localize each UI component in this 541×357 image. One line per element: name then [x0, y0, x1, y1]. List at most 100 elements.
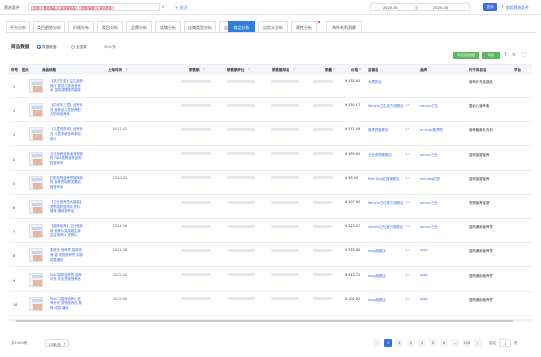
- tab-attribute[interactable]: 属性分析: [291, 21, 317, 32]
- external-link-icon[interactable]: [↗: [406, 152, 410, 156]
- product-image[interactable]: [29, 200, 43, 214]
- scrollbar-thumb[interactable]: [16, 319, 513, 322]
- radio-dimension[interactable]: [37, 45, 41, 49]
- tab-product[interactable]: 商品分析: [228, 21, 255, 32]
- table-row[interactable]: 4 卫仕营养品鱼油宠物营养 DHA宠物营养品狗狗营养膏 ¥ 169.00 卫仕宠物旗舰…: [9, 148, 532, 171]
- th-list-date[interactable]: 上架时间: [108, 65, 122, 75]
- tab-shop[interactable]: 店铺分析: [155, 21, 181, 32]
- table-row[interactable]: 1 【诺贝尔奖】益生菌营养片 婴幼儿肠道营养素 温和调理肠胃健康 ¥ 135.00 大…: [9, 75, 532, 98]
- external-link-icon[interactable]: [↗: [406, 103, 410, 107]
- tab-category-trend[interactable]: 类目趋势分析: [33, 21, 65, 32]
- category-select[interactable]: 全部 母婴用品 宝宝营养品 奶粉/辅食 营养补充: [28, 3, 160, 11]
- tab-brand[interactable]: 品牌分析: [126, 21, 152, 32]
- sort-icon[interactable]: ⇅: [248, 67, 251, 71]
- page-button[interactable]: 5: [429, 339, 437, 347]
- table-row[interactable]: 3 【儿童钙铁锌】营养补充 儿童多维营养素咀嚼片 2017-02 ¥ 171.09 爱漂…: [9, 123, 532, 147]
- product-title-link[interactable]: 【儿童钙铁锌】营养补充 儿童多维营养素咀嚼片: [50, 127, 83, 142]
- product-image[interactable]: [29, 103, 43, 118]
- sort-icon[interactable]: ⇅: [293, 67, 296, 71]
- sort-icon[interactable]: ⇅: [333, 67, 336, 71]
- tab-category[interactable]: 类目分析: [97, 21, 123, 32]
- th-sales[interactable]: 销售额: [189, 65, 200, 75]
- product-title-link[interactable]: MAG猫咪营养膏 营养补充 化毛膏猫营养品: [50, 273, 83, 288]
- external-link-icon[interactable]: [↗: [406, 248, 410, 252]
- table-row[interactable]: 7 【猫咪营养】卫仕猫多维 营养片猫用维生素复合营养片 宠物片 2024-06 ¥ 2…: [9, 220, 532, 244]
- shop-link[interactable]: 卫仕宠物旗舰店: [368, 152, 392, 157]
- query-button[interactable]: 查询: [483, 3, 497, 11]
- product-image[interactable]: [29, 224, 43, 239]
- product-title-link[interactable]: MAG【猫咪营养】营养补充 宠物营养品 猫咪 成猫 通用: [50, 297, 83, 312]
- date-end[interactable]: 2025-03: [433, 6, 448, 10]
- chevron-down-icon[interactable]: ▾: [162, 4, 164, 9]
- page-button[interactable]: 2: [395, 339, 404, 347]
- collapse-filter-link[interactable]: 收起筛选条件: [506, 5, 529, 11]
- category-tag[interactable]: 宝宝营养品: [58, 5, 79, 10]
- product-image[interactable]: [29, 127, 43, 142]
- th-volume[interactable]: 销量: [325, 65, 332, 75]
- fullscreen-icon[interactable]: ⛶: [522, 52, 526, 58]
- next-page-button[interactable]: ›: [473, 339, 482, 347]
- table-row[interactable]: 10 MAG【猫咪营养】营养补充 宠物营养品 猫咪 成猫 通用 2019-08 ¥ 1…: [9, 293, 532, 316]
- page-button[interactable]: ...: [451, 339, 460, 347]
- shop-link[interactable]: neuvio卫仕官方旗舰店: [368, 224, 403, 229]
- table-row[interactable]: 5 红狗宠物营养膏猫咪狗狗 营养膏增肥发腮幼猫营养品 2020-02 ¥ 99.00 R…: [9, 172, 532, 195]
- tab-shop-type[interactable]: 店铺类型分析: [184, 21, 216, 32]
- external-link-icon[interactable]: [↗: [406, 176, 410, 180]
- table-row[interactable]: 8 麦德氏 营养膏 猫咪营养 猫 宠物营养膏 幼猫 成猫通用 2021-08 ¥ 25…: [9, 244, 532, 268]
- brand-link[interactable]: neuvio卫仕: [420, 200, 438, 205]
- product-title-link[interactable]: 卫仕营养品鱼油宠物营养 DHA宠物营养品狗狗营养膏: [50, 152, 83, 167]
- table-row[interactable]: 2 【中老年儿童】营养补充 营养液儿童营养配方奶粉营养素 ¥ 130.17 Neuvi…: [9, 99, 532, 123]
- page-button[interactable]: 4: [417, 339, 426, 347]
- date-range[interactable]: 2025-01 至 2025-03: [370, 3, 470, 11]
- export-full-button[interactable]: 导出完整数据: [453, 52, 479, 59]
- th-sales-ratio[interactable]: 销售额环比: [227, 65, 245, 75]
- brand-link[interactable]: m-plus/爱漂亮: [420, 127, 443, 132]
- product-title-link[interactable]: 【中老年儿童】营养补充 营养液儿童营养配方奶粉营养素: [50, 103, 83, 118]
- brand-link[interactable]: neuvio卫生: [420, 103, 438, 108]
- goto-page-input[interactable]: 1: [499, 339, 511, 347]
- tab-margin[interactable]: 海外毛利测算: [326, 21, 362, 32]
- tab-platform[interactable]: 平台分析: [6, 21, 30, 32]
- brand-link[interactable]: neuvio卫仕: [420, 224, 438, 229]
- th-price[interactable]: 价格: [351, 65, 358, 75]
- th-sales-rank[interactable]: 销售额排名: [272, 65, 290, 75]
- product-image[interactable]: [29, 296, 43, 311]
- product-image[interactable]: [29, 248, 43, 263]
- follow-link[interactable]: + 关注: [175, 5, 188, 11]
- sort-icon[interactable]: ⇅: [359, 67, 362, 71]
- brand-link[interactable]: mag: [420, 297, 428, 301]
- tab-custom[interactable]: 自定义分析: [258, 21, 288, 32]
- table-row[interactable]: 6 【卫仕营养膏大罐装】 宠物猫狗营养补充剂 猫咪 通用营养品 ¥ 107.90 Ne…: [9, 196, 532, 219]
- help-icon[interactable]: ?: [504, 52, 507, 58]
- shop-link[interactable]: 爱漂亮旗舰店: [368, 127, 388, 132]
- sort-icon[interactable]: ⇅: [126, 67, 129, 71]
- export-button[interactable]: 导出: [482, 52, 500, 59]
- product-image[interactable]: [29, 272, 43, 287]
- sort-icon[interactable]: ⇅: [203, 67, 206, 71]
- external-link-icon[interactable]: [↗: [406, 297, 410, 301]
- page-button[interactable]: 3: [406, 339, 415, 347]
- external-link-icon[interactable]: [↗: [406, 273, 410, 277]
- date-start[interactable]: 2025-01: [383, 6, 398, 10]
- settings-icon[interactable]: ≡: [512, 52, 516, 58]
- category-tag[interactable]: 营养补充: [97, 5, 115, 10]
- external-link-icon[interactable]: [↗: [406, 224, 410, 228]
- product-title-link[interactable]: 【卫仕营养膏大罐装】 宠物猫狗营养补充剂 猫咪 通用营养品: [50, 200, 83, 215]
- product-image[interactable]: [29, 79, 43, 93]
- page-button[interactable]: 6: [440, 339, 449, 347]
- category-tag[interactable]: 母婴用品: [41, 5, 59, 10]
- table-row[interactable]: 9 MAG猫咪营养膏 营养补充 化毛膏猫营养品 2022-04 ¥ 313.72 mag…: [9, 269, 532, 292]
- product-title-link[interactable]: 【诺贝尔奖】益生菌营养片 婴幼儿肠道营养素 温和调理肠胃健康: [50, 79, 83, 94]
- external-link-icon[interactable]: [↗: [406, 127, 410, 131]
- brand-link[interactable]: mag: [420, 273, 428, 277]
- page-size-select[interactable]: 10条/页 ▾: [45, 339, 69, 347]
- external-link-icon[interactable]: [↗: [406, 200, 410, 204]
- brand-link[interactable]: red-dog红狗: [420, 176, 440, 181]
- shop-link[interactable]: Neuvio卫生官方旗舰店: [368, 103, 404, 108]
- brand-link[interactable]: mag: [420, 248, 428, 252]
- radio-all-category[interactable]: [71, 45, 75, 49]
- prev-page-button[interactable]: ‹: [373, 339, 381, 347]
- product-title-link[interactable]: 【猫咪营养】卫仕猫多维 营养片猫用维生素复合营养片 宠物片: [50, 224, 83, 239]
- shop-link[interactable]: mag旗舰店: [368, 273, 386, 278]
- collapse-icon[interactable]: ⇑: [501, 4, 504, 9]
